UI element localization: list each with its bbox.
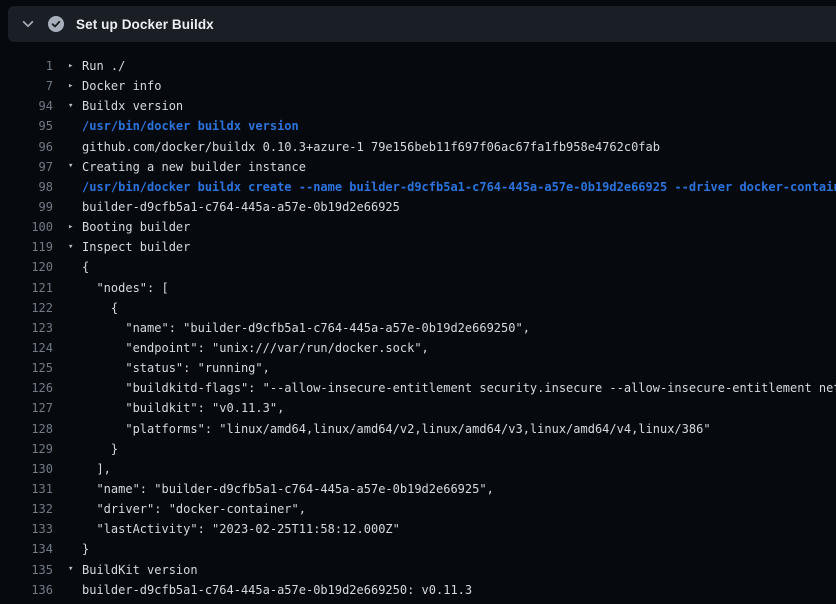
triangle-down-icon[interactable]: ▾: [68, 162, 82, 171]
line-number[interactable]: 95: [0, 119, 53, 133]
log-group-toggle[interactable]: 119 ▾Inspect builder: [0, 237, 836, 257]
log-line: 126 "buildkitd-flags": "--allow-insecure…: [0, 378, 836, 398]
log-line: 122 {: [0, 298, 836, 318]
log-group-toggle[interactable]: 94 ▾Buildx version: [0, 96, 836, 116]
output-text: "platforms": "linux/amd64,linux/amd64/v2…: [82, 422, 711, 436]
group-label: Buildx version: [82, 99, 183, 113]
command-text: /usr/bin/docker buildx version: [82, 119, 299, 133]
log-line: 99 builder-d9cfb5a1-c764-445a-a57e-0b19d2…: [0, 197, 836, 217]
log-group-toggle[interactable]: 1 ▸Run ./: [0, 56, 836, 76]
line-number[interactable]: 126: [0, 381, 53, 395]
group-label: Inspect builder: [82, 240, 190, 254]
log-group-toggle[interactable]: 135 ▾BuildKit version: [0, 560, 836, 580]
line-number[interactable]: 135: [0, 563, 53, 577]
output-text: "nodes": [: [82, 281, 169, 295]
line-number[interactable]: 1: [0, 59, 53, 73]
output-text: builder-d9cfb5a1-c764-445a-a57e-0b19d2e6…: [82, 583, 472, 597]
group-label: Docker info: [82, 79, 161, 93]
log-line: 123 "name": "builder-d9cfb5a1-c764-445a-…: [0, 318, 836, 338]
line-number[interactable]: 96: [0, 140, 53, 154]
triangle-right-icon[interactable]: ▸: [68, 223, 82, 232]
line-number[interactable]: 122: [0, 301, 53, 315]
line-number[interactable]: 129: [0, 442, 53, 456]
group-label: Booting builder: [82, 220, 190, 234]
group-label: BuildKit version: [82, 563, 198, 577]
line-number[interactable]: 127: [0, 401, 53, 415]
output-text: }: [82, 542, 89, 556]
log-line: 130 ],: [0, 459, 836, 479]
output-text: {: [82, 301, 118, 315]
chevron-down-icon[interactable]: [16, 12, 40, 36]
line-number[interactable]: 133: [0, 522, 53, 536]
line-number[interactable]: 121: [0, 281, 53, 295]
output-text: "endpoint": "unix:///var/run/docker.sock…: [82, 341, 429, 355]
output-text: builder-d9cfb5a1-c764-445a-a57e-0b19d2e6…: [82, 200, 400, 214]
line-number[interactable]: 131: [0, 482, 53, 496]
triangle-down-icon[interactable]: ▾: [68, 565, 82, 574]
log-group-toggle[interactable]: 100 ▸Booting builder: [0, 217, 836, 237]
log-line: 128 "platforms": "linux/amd64,linux/amd6…: [0, 419, 836, 439]
triangle-right-icon[interactable]: ▸: [68, 62, 82, 71]
output-text: "buildkitd-flags": "--allow-insecure-ent…: [82, 381, 836, 395]
output-text: {: [82, 260, 89, 274]
line-number[interactable]: 120: [0, 260, 53, 274]
log-line: 133 "lastActivity": "2023-02-25T11:58:12…: [0, 519, 836, 539]
line-number[interactable]: 7: [0, 79, 53, 93]
group-label: Run ./: [82, 59, 125, 73]
line-number[interactable]: 128: [0, 422, 53, 436]
line-number[interactable]: 132: [0, 502, 53, 516]
log-line: 131 "name": "builder-d9cfb5a1-c764-445a-…: [0, 479, 836, 499]
line-number[interactable]: 100: [0, 220, 53, 234]
line-number[interactable]: 130: [0, 462, 53, 476]
log-line: 129 }: [0, 439, 836, 459]
log-area: 1▸Run ./7▸Docker info94▾Buildx version95…: [0, 42, 836, 600]
command-text: /usr/bin/docker buildx create --name bui…: [82, 180, 836, 194]
log-line: 95/usr/bin/docker buildx version: [0, 116, 836, 136]
triangle-down-icon[interactable]: ▾: [68, 243, 82, 252]
output-text: github.com/docker/buildx 0.10.3+azure-1 …: [82, 140, 660, 154]
group-label: Creating a new builder instance: [82, 160, 306, 174]
log-line: 136 builder-d9cfb5a1-c764-445a-a57e-0b19d…: [0, 580, 836, 600]
line-number[interactable]: 94: [0, 99, 53, 113]
line-number[interactable]: 119: [0, 240, 53, 254]
triangle-right-icon[interactable]: ▸: [68, 82, 82, 91]
log-line: 134}: [0, 539, 836, 559]
triangle-down-icon[interactable]: ▾: [68, 102, 82, 111]
step-header[interactable]: Set up Docker Buildx: [8, 6, 836, 42]
line-number[interactable]: 97: [0, 160, 53, 174]
check-circle-icon: [48, 16, 64, 32]
log-line: 96 github.com/docker/buildx 0.10.3+azure-…: [0, 137, 836, 157]
step-title: Set up Docker Buildx: [76, 17, 214, 32]
output-text: "buildkit": "v0.11.3",: [82, 401, 284, 415]
output-text: "status": "running",: [82, 361, 270, 375]
line-number[interactable]: 136: [0, 583, 53, 597]
line-number[interactable]: 123: [0, 321, 53, 335]
output-text: "name": "builder-d9cfb5a1-c764-445a-a57e…: [82, 321, 530, 335]
log-group-toggle[interactable]: 7 ▸Docker info: [0, 76, 836, 96]
output-text: "driver": "docker-container",: [82, 502, 306, 516]
log-line: 98/usr/bin/docker buildx create --name b…: [0, 177, 836, 197]
log-group-toggle[interactable]: 97 ▾Creating a new builder instance: [0, 157, 836, 177]
output-text: }: [82, 442, 118, 456]
output-text: "name": "builder-d9cfb5a1-c764-445a-a57e…: [82, 482, 494, 496]
output-text: "lastActivity": "2023-02-25T11:58:12.000…: [82, 522, 400, 536]
log-line: 124 "endpoint": "unix:///var/run/docker.…: [0, 338, 836, 358]
line-number[interactable]: 98: [0, 180, 53, 194]
line-number[interactable]: 134: [0, 542, 53, 556]
line-number[interactable]: 125: [0, 361, 53, 375]
output-text: ],: [82, 462, 111, 476]
log-line: 127 "buildkit": "v0.11.3",: [0, 398, 836, 418]
line-number[interactable]: 99: [0, 200, 53, 214]
log-line: 120 {: [0, 257, 836, 277]
log-line: 125 "status": "running",: [0, 358, 836, 378]
line-number[interactable]: 124: [0, 341, 53, 355]
log-line: 132 "driver": "docker-container",: [0, 499, 836, 519]
log-line: 121 "nodes": [: [0, 278, 836, 298]
